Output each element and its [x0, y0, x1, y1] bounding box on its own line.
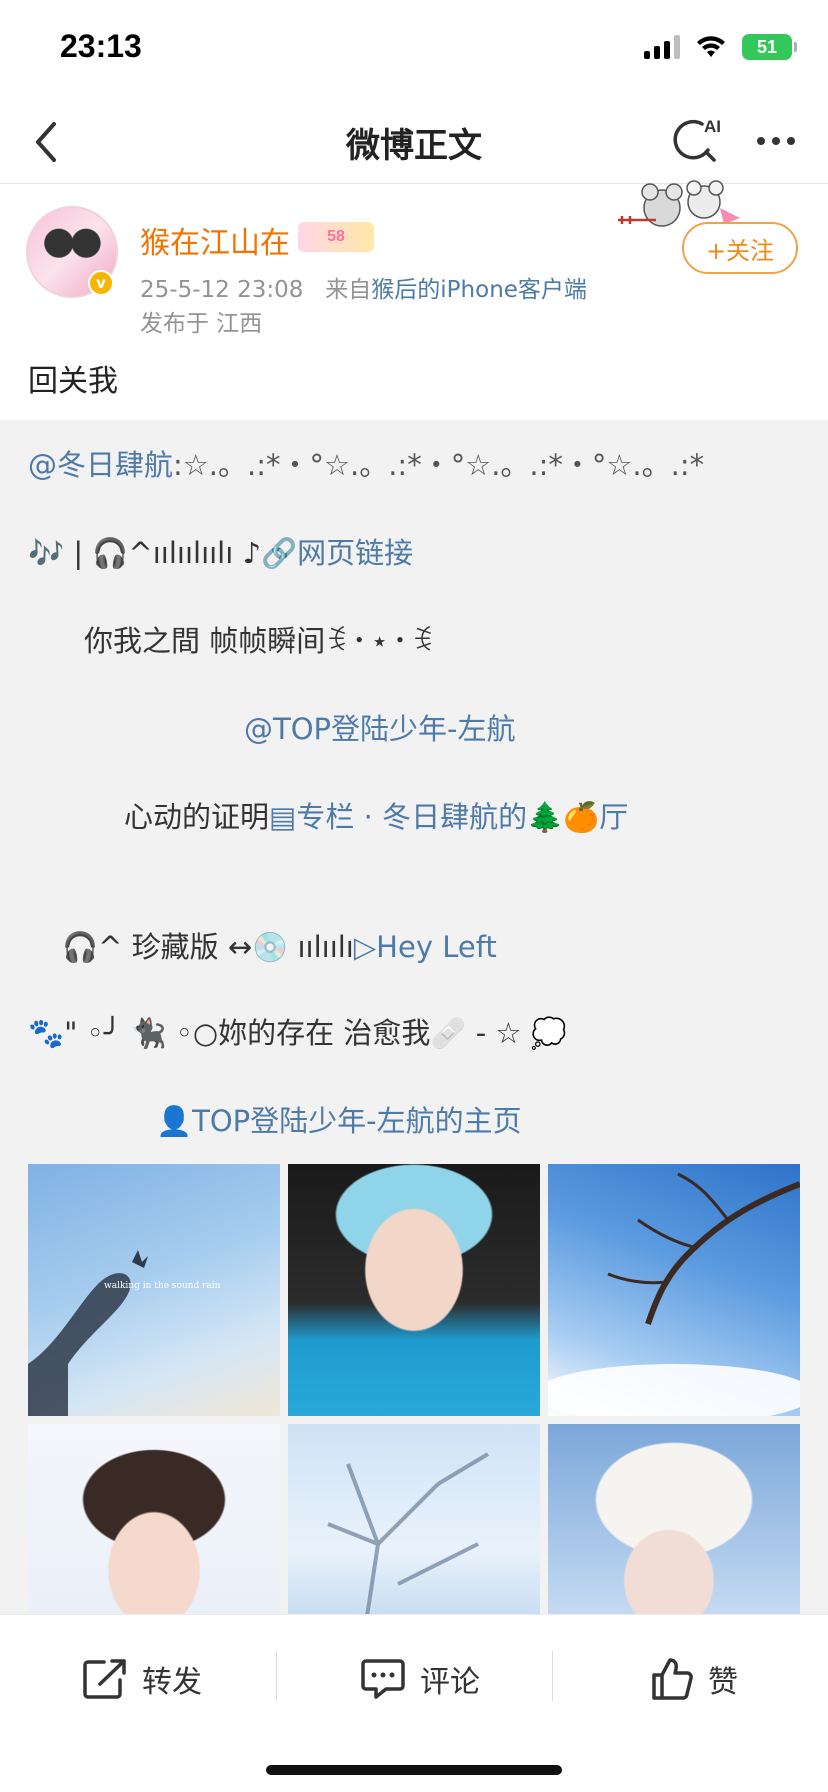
image-thumbnail[interactable] [548, 1164, 800, 1416]
image-thumbnail[interactable] [288, 1164, 540, 1416]
battery-icon: 51 [742, 34, 797, 60]
repost-line-1: @冬日肆航:☆.。.:*・°☆.。.:*・°☆.。.:*・°☆.。.:* [28, 442, 704, 484]
hand-image-icon: walking in the sound rain [28, 1250, 221, 1416]
comment-button[interactable]: 评论 [360, 1649, 480, 1709]
line5-text: 心动的证明 [124, 800, 270, 834]
post-meta: 25-5-12 23:08 来自猴后的iPhone客户端 [140, 270, 587, 304]
image-grid: walking in the sound rain [28, 1164, 800, 1614]
more-dot-icon [757, 137, 765, 145]
status-bar: 23:13 51 [0, 0, 828, 100]
column-link[interactable]: ▤专栏 · 冬日肆航的🌲🍊厅 [269, 800, 628, 834]
wifi-icon [697, 36, 725, 57]
image-thumbnail[interactable] [288, 1424, 540, 1614]
ai-label: AI [704, 117, 721, 136]
follow-button[interactable]: +关注 [682, 222, 798, 274]
author-header: v 猴在江山在 58 25-5-12 23:08 来自猴后的iPhone客户端 … [0, 180, 828, 337]
cellular-signal-icon [644, 35, 680, 59]
repost-line-7: 🐾" ◦╯ 🐈‍⬛ ◦○妳的存在 治愈我🩹 - ☆ 💭 [28, 1016, 567, 1050]
repost-line-3: 你我之間 帧帧瞬间ꉂ・⋆・ꉂ [84, 624, 434, 658]
line6-text: 🎧^ 珍藏版 ↔💿 ıılıılı [62, 930, 354, 964]
comment-icon [361, 1659, 405, 1699]
divider [552, 1651, 553, 1701]
share-icon [83, 1659, 126, 1699]
battery-level: 51 [756, 36, 778, 57]
author-name[interactable]: 猴在江山在 [140, 218, 290, 262]
decorative-text: :☆.。.:*・°☆.。.:*・°☆.。.:*・°☆.。.:* [173, 448, 705, 482]
snowy-branch-icon [548, 1172, 800, 1416]
more-dot-icon [772, 137, 780, 145]
action-bar: 转发 评论 赞 [0, 1614, 828, 1792]
verified-badge-icon: v [88, 270, 114, 296]
mention-link[interactable]: @冬日肆航 [28, 448, 173, 482]
image-caption: walking in the sound rain [104, 1281, 221, 1291]
thumbs-up-icon [652, 1658, 693, 1700]
level-badge: 58 [298, 222, 374, 252]
ai-search-icon: AI [673, 117, 721, 162]
repost-label: 转发 [142, 1665, 202, 1700]
more-options-button[interactable] [748, 114, 804, 168]
home-indicator[interactable] [266, 1765, 562, 1775]
music-text: 🎶 | 🎧^ıılıılıılı ♪ [28, 536, 262, 570]
repost-button[interactable]: 转发 [82, 1649, 202, 1709]
post-timestamp: 25-5-12 23:08 [140, 277, 304, 303]
like-label: 赞 [708, 1665, 738, 1700]
mention-link-top[interactable]: @TOP登陆少年-左航 [244, 706, 516, 748]
status-icons: 51 [644, 34, 797, 60]
post-source[interactable]: 猴后的iPhone客户端 [371, 277, 587, 303]
image-thumbnail[interactable]: walking in the sound rain [28, 1164, 280, 1416]
music-link[interactable]: ▷Hey Left [354, 930, 497, 964]
post-location: 发布于 江西 [140, 311, 263, 337]
image-thumbnail[interactable] [28, 1424, 280, 1614]
repost-line-5: 心动的证明▤专栏 · 冬日肆航的🌲🍊厅 [124, 794, 628, 836]
profile-link[interactable]: 👤TOP登陆少年-左航的主页 [156, 1098, 522, 1140]
status-time: 23:13 [60, 28, 142, 64]
image-thumbnail[interactable] [548, 1424, 800, 1614]
source-prefix: 来自 [325, 277, 372, 303]
repost-line-6: 🎧^ 珍藏版 ↔💿 ıılıılı▷Hey Left [62, 924, 497, 966]
repost-line-2: 🎶 | 🎧^ıılıılıılı ♪🔗网页链接 [28, 530, 413, 572]
snowy-tree-icon [327, 1452, 490, 1614]
ai-search-button[interactable]: AI [670, 114, 724, 168]
web-link[interactable]: 🔗网页链接 [261, 536, 413, 570]
post-text: 回关我 [28, 364, 118, 399]
repost-card[interactable]: @冬日肆航:☆.。.:*・°☆.。.:*・°☆.。.:*・°☆.。.:* 🎶 |… [0, 420, 828, 1614]
like-button[interactable]: 赞 [650, 1649, 738, 1709]
divider [276, 1651, 277, 1701]
more-dot-icon [787, 137, 795, 145]
nav-bar: 微博正文 AI [0, 100, 828, 184]
comment-label: 评论 [420, 1665, 480, 1700]
